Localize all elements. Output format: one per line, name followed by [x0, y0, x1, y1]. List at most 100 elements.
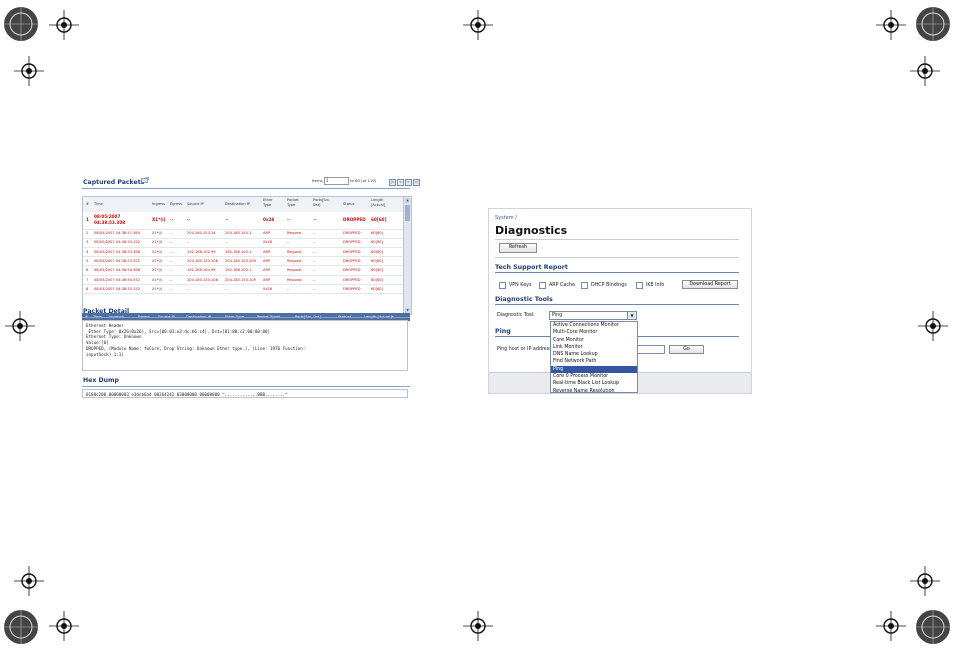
diagnostic-tools-title: Diagnostic Tools: [495, 296, 553, 303]
go-button[interactable]: Go: [669, 345, 704, 354]
last-page-button[interactable]: >|: [413, 179, 420, 186]
items-range: Items 1 to 80 (of 119): [312, 177, 376, 185]
table-cell-status: DROPPED: [343, 240, 361, 245]
table-cell-src: 204.180.153.24: [187, 231, 216, 235]
col-source-ip[interactable]: Source IP: [187, 202, 204, 207]
dropdown-option[interactable]: Ping: [551, 365, 637, 374]
diagnostic-tool-dropdown[interactable]: Active Connections Monitor Multi-Core Mon…: [550, 321, 638, 393]
registration-mark-top-right-outer: [914, 5, 952, 43]
checkbox-box[interactable]: [636, 282, 643, 289]
table-row[interactable]: 7 08/05/2007 04:38:54.552 X1*(i) -- 204.180.…: [83, 276, 403, 286]
table-cell-ptype: --: [287, 286, 290, 291]
packet-detail-title: Packet Detail: [83, 308, 130, 315]
table-row[interactable]: 4 08/05/2007 04:38:53.368 X1*(i) -- 192.168.…: [83, 248, 403, 258]
packets-scrollbar[interactable]: ▲ ▼: [403, 197, 411, 314]
table-cell-ether: 0x26: [263, 217, 275, 222]
checkbox-box[interactable]: [539, 282, 546, 289]
table-cell-ingress: X1*(i): [152, 258, 163, 263]
registration-mark-top-center: [463, 10, 493, 40]
diagnostic-tool-label: Diagnostic Tool:: [497, 313, 535, 318]
col-time[interactable]: Time: [94, 202, 103, 207]
table-cell-ether: ARP: [263, 258, 271, 263]
prev-page-button[interactable]: <: [397, 179, 404, 186]
table-cell-time: 08/05/2007 04:38:53.552: [94, 258, 140, 263]
table-cell-ether: ARP: [263, 231, 271, 235]
table-cell-ports: --: [313, 249, 316, 254]
dropdown-option[interactable]: Link Monitor: [551, 344, 637, 351]
col-destination-ip[interactable]: Destination IP: [225, 202, 250, 207]
col-egress[interactable]: Egress: [170, 202, 182, 207]
toolbar-divider: [495, 257, 739, 258]
refresh-button[interactable]: Refresh: [499, 243, 537, 253]
dropdown-option[interactable]: Active Connections Monitor: [551, 322, 637, 329]
next-page-button[interactable]: >: [405, 179, 412, 186]
col-ingress[interactable]: Ingress: [152, 202, 165, 207]
diagnostic-tool-value: Ping: [552, 313, 563, 318]
dropdown-option[interactable]: Find Network Path: [551, 358, 637, 365]
breadcrumb[interactable]: System /: [495, 215, 517, 221]
table-cell-status: DROPPED: [343, 231, 361, 235]
dropdown-option[interactable]: Multi-Core Monitor: [551, 329, 637, 336]
popout-icon[interactable]: [141, 177, 149, 183]
registration-mark-top-left: [49, 10, 79, 40]
dropdown-option[interactable]: Core Monitor: [551, 337, 637, 344]
col-number[interactable]: #: [86, 202, 89, 207]
dropdown-option[interactable]: Real-time Black List Lookup: [551, 380, 637, 387]
registration-mark-left-top: [14, 56, 44, 86]
checkbox-box[interactable]: [499, 282, 506, 289]
table-cell-ingress: X1*(i): [152, 277, 163, 282]
dropdown-option[interactable]: DNS Name Lookup: [551, 351, 637, 358]
table-row[interactable]: 5 08/05/2007 04:38:53.552 X1*(i) -- 204.180.…: [83, 257, 403, 267]
checkbox-dhcp-bindings[interactable]: DHCP Bindings: [581, 282, 627, 289]
table-row[interactable]: 2 08/05/2007 04:38:51.364 X1*(i) -- 204.180.…: [83, 229, 403, 239]
checkbox-box[interactable]: [581, 282, 588, 289]
diagnostic-tool-select[interactable]: Ping ▼: [549, 311, 637, 320]
table-cell-ingress: X1*(i): [152, 286, 163, 291]
table-cell-status: DROPPED: [343, 277, 361, 282]
col-packet-type[interactable]: Packet Type: [287, 198, 301, 207]
table-cell-time: 08/05/2007 04:38:54.552: [94, 277, 140, 282]
table-cell-len: 60[60]: [371, 217, 387, 222]
col-ether-type[interactable]: Ether Type: [263, 198, 277, 207]
registration-mark-left-middle: [5, 311, 35, 341]
table-cell-n: 2: [86, 231, 89, 235]
scroll-up-icon[interactable]: ▲: [405, 198, 410, 203]
registration-mark-bottom-right: [876, 611, 906, 641]
table-cell-ptype: Request: [287, 249, 302, 254]
table-cell-len: 60[60]: [371, 258, 383, 263]
table-row[interactable]: 3 08/05/2007 04:38:53.152 X1*(i) -- -- -- 0x26…: [83, 238, 403, 248]
table-cell-ether: ARP: [263, 268, 271, 273]
col-ports[interactable]: Ports[Src, Dst]: [313, 198, 335, 207]
table-cell-time: 08/05/2007 04:38:55.152: [94, 286, 140, 291]
registration-mark-bottom-center: [463, 611, 493, 641]
checkbox-ike-info[interactable]: IKE Info: [636, 282, 664, 289]
checkbox-vpn-keys[interactable]: VPN Keys: [499, 282, 531, 289]
checkbox-arp-cache[interactable]: ARP Cache: [539, 282, 575, 289]
table-cell-ports: --: [313, 268, 316, 273]
dropdown-option[interactable]: Core 0 Process Monitor: [551, 373, 637, 380]
table-cell-dst: 192.168.100.1: [225, 268, 252, 273]
table-cell-n: 3: [86, 240, 89, 245]
table-cell-n: 8: [86, 286, 89, 291]
dropdown-option[interactable]: Reverse Name Resolution: [551, 388, 637, 392]
download-report-button[interactable]: Download Report: [682, 280, 738, 289]
table-cell-dst: --: [225, 217, 229, 222]
chevron-down-icon[interactable]: ▼: [627, 312, 636, 319]
registration-mark-top-right: [876, 10, 906, 40]
table-row[interactable]: 8 08/05/2007 04:38:55.152 X1*(i) -- -- -- 0x26…: [83, 285, 403, 295]
items-input[interactable]: 1: [323, 177, 349, 185]
registration-mark-bottom-left: [49, 611, 79, 641]
table-row[interactable]: 1 08/05/2007 04:38:53.308 X1*(i) -- -- -- 0x26…: [83, 212, 403, 230]
scroll-thumb[interactable]: [405, 205, 410, 221]
captured-packets-divider: [82, 188, 410, 189]
table-row[interactable]: 6 08/05/2007 04:38:54.368 X1*(i) -- 192.168.…: [83, 266, 403, 276]
first-page-button[interactable]: |<: [389, 179, 396, 186]
table-cell-src: --: [187, 240, 190, 245]
table-cell-time: 08/05/2007 04:38:53.152: [94, 240, 140, 245]
col-status[interactable]: Status: [343, 202, 354, 207]
col-length[interactable]: Length [Actual]: [371, 198, 393, 207]
table-cell-dst: 204.180.153.1: [225, 231, 252, 235]
table-cell-ingress: X1*(i): [152, 217, 166, 222]
table-cell-n: 7: [86, 277, 89, 282]
table-cell-ptype: Request: [287, 231, 302, 235]
